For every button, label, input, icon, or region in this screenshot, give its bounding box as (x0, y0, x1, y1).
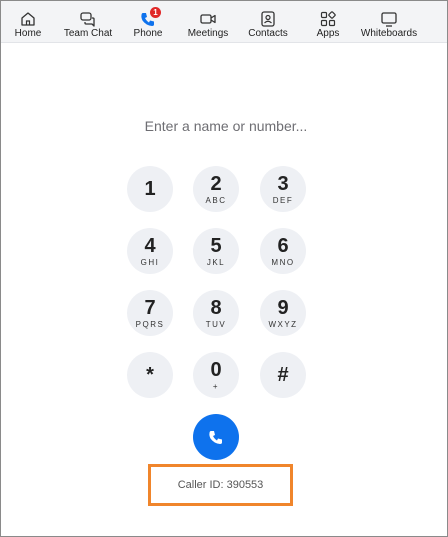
video-icon (200, 14, 216, 24)
key-digit: 0 (210, 359, 222, 381)
nav-home[interactable]: Home (1, 1, 55, 42)
nav-whiteboards[interactable]: Whiteboards (357, 1, 421, 42)
key-star[interactable]: * (127, 352, 173, 398)
key-3[interactable]: 3 DEF (260, 166, 306, 212)
key-6[interactable]: 6 MNO (260, 228, 306, 274)
nav-apps[interactable]: Apps (305, 1, 351, 42)
contacts-icon (261, 11, 275, 27)
key-8[interactable]: 8 TUV (193, 290, 239, 336)
nav-contacts-label: Contacts (248, 28, 288, 39)
key-letters: DEF (272, 196, 294, 205)
key-digit: 4 (144, 235, 156, 257)
top-nav-bar: Home Team Chat 1 Phone Meetings Contacts (1, 1, 447, 43)
apps-icon (320, 11, 336, 27)
home-icon (21, 12, 35, 26)
nav-phone[interactable]: 1 Phone (125, 1, 171, 42)
key-digit: 6 (277, 235, 289, 257)
key-hash[interactable]: # (260, 352, 306, 398)
key-letters: MNO (271, 258, 295, 267)
caller-id-text: Caller ID: 390553 (177, 479, 264, 491)
key-digit: # (277, 364, 289, 386)
nav-meetings-label: Meetings (187, 28, 229, 39)
key-letters: GHI (140, 258, 160, 267)
caller-id-highlight: Caller ID: 390553 (148, 464, 293, 506)
nav-meetings[interactable]: Meetings (185, 1, 231, 42)
key-1[interactable]: 1 (127, 166, 173, 212)
chat-icon (80, 12, 95, 27)
key-letters: TUV (205, 320, 227, 329)
nav-team-chat[interactable]: Team Chat (59, 1, 117, 42)
key-digit: 8 (210, 297, 222, 319)
nav-whiteboards-label: Whiteboards (360, 28, 418, 39)
key-digit: 1 (144, 178, 156, 200)
phone-icon (209, 431, 222, 444)
key-digit: 9 (277, 297, 289, 319)
nav-home-label: Home (14, 28, 42, 39)
key-2[interactable]: 2 ABC (193, 166, 239, 212)
key-digit: 7 (144, 297, 156, 319)
nav-team-chat-label: Team Chat (63, 28, 113, 39)
key-letters: + (212, 382, 220, 391)
nav-contacts[interactable]: Contacts (245, 1, 291, 42)
key-digit: 3 (277, 173, 289, 195)
key-digit: 2 (210, 173, 222, 195)
dial-search-input[interactable] (64, 110, 388, 142)
key-letters: WXYZ (268, 320, 298, 329)
key-0[interactable]: 0 + (193, 352, 239, 398)
key-letters: JKL (206, 258, 226, 267)
key-7[interactable]: 7 PQRS (127, 290, 173, 336)
key-5[interactable]: 5 JKL (193, 228, 239, 274)
key-digit: * (146, 364, 154, 386)
call-button[interactable] (193, 414, 239, 460)
nav-phone-label: Phone (133, 28, 163, 39)
phone-notification-badge: 1 (150, 7, 161, 18)
key-letters: PQRS (135, 320, 165, 329)
key-9[interactable]: 9 WXYZ (260, 290, 306, 336)
whiteboard-icon (381, 12, 397, 27)
key-letters: ABC (205, 196, 227, 205)
nav-apps-label: Apps (316, 28, 340, 39)
key-digit: 5 (210, 235, 222, 257)
key-4[interactable]: 4 GHI (127, 228, 173, 274)
